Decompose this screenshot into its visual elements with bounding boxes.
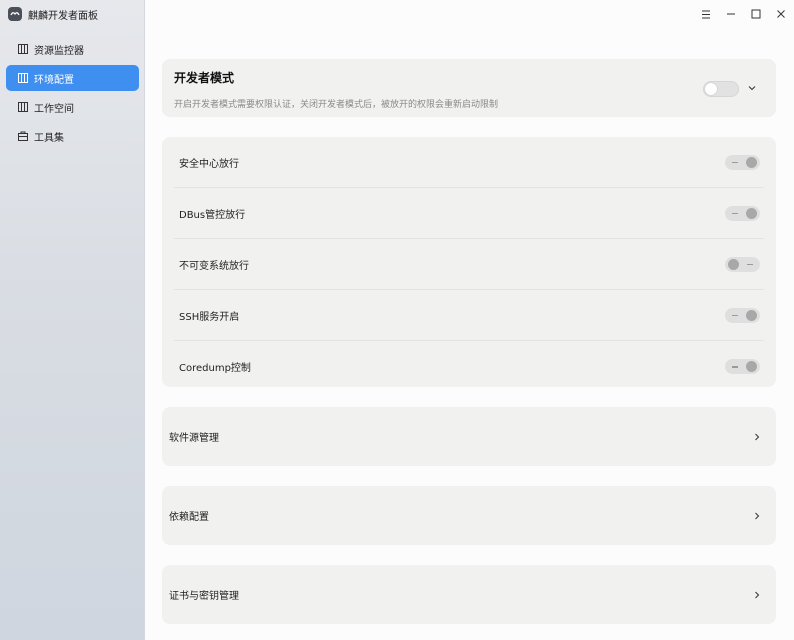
sidebar-nav: 资源监控器 环境配置 工作空间 工具集 bbox=[6, 36, 139, 152]
ssh-toggle[interactable] bbox=[725, 307, 760, 323]
sidebar-item-workspace[interactable]: 工作空间 bbox=[6, 94, 139, 120]
permissions-card: 安全中心放行 DBus管控放行 不可变系统放行 SSH服务开启 Coredump… bbox=[162, 137, 776, 387]
developer-mode-description: 开启开发者模式需要权限认证，关闭开发者模式后，被放开的权限会重新启动限制 bbox=[174, 100, 499, 110]
permission-label: 不可变系统放行 bbox=[179, 260, 249, 272]
software-source-card[interactable]: 软件源管理 bbox=[162, 407, 776, 466]
section-label: 软件源管理 bbox=[169, 433, 219, 444]
security-center-toggle[interactable] bbox=[725, 154, 760, 170]
permission-label: SSH服务开启 bbox=[179, 311, 240, 323]
chevron-right-icon bbox=[752, 432, 762, 442]
permission-label: Coredump控制 bbox=[179, 363, 251, 374]
sidebar-item-label: 环境配置 bbox=[34, 74, 74, 86]
main-content: 开发者模式 开启开发者模式需要权限认证，关闭开发者模式后，被放开的权限会重新启动… bbox=[162, 59, 776, 624]
toolbox-icon bbox=[18, 131, 28, 141]
section-label: 依赖配置 bbox=[169, 512, 209, 523]
sidebar-item-label: 工具集 bbox=[34, 132, 64, 144]
dependency-config-card[interactable]: 依赖配置 bbox=[162, 486, 776, 545]
sidebar-item-label: 资源监控器 bbox=[34, 45, 84, 57]
coredump-toggle[interactable] bbox=[725, 359, 760, 374]
certificate-key-card[interactable]: 证书与密钥管理 bbox=[162, 565, 776, 624]
permission-label: 安全中心放行 bbox=[179, 158, 239, 170]
app-title: 麒麟开发者面板 bbox=[28, 10, 98, 22]
permission-row-coredump: Coredump控制 bbox=[174, 341, 764, 392]
sidebar-item-resource-monitor[interactable]: 资源监控器 bbox=[6, 36, 139, 62]
permission-row-ssh: SSH服务开启 bbox=[174, 290, 764, 341]
toggle-knob bbox=[705, 83, 717, 95]
chevron-right-icon bbox=[752, 590, 762, 600]
monitor-icon bbox=[18, 44, 28, 54]
permission-row-security-center: 安全中心放行 bbox=[174, 137, 764, 188]
minimize-icon[interactable] bbox=[725, 9, 736, 20]
sidebar-item-toolbox[interactable]: 工具集 bbox=[6, 123, 139, 149]
developer-mode-toggle[interactable] bbox=[703, 81, 739, 97]
section-label: 证书与密钥管理 bbox=[169, 591, 239, 602]
chevron-right-icon bbox=[752, 511, 762, 521]
menu-icon[interactable] bbox=[700, 9, 711, 20]
kylin-logo-icon bbox=[8, 7, 22, 21]
chevron-down-icon[interactable] bbox=[747, 83, 757, 93]
permission-row-immutable-system: 不可变系统放行 bbox=[174, 239, 764, 290]
developer-mode-title: 开发者模式 bbox=[174, 71, 235, 85]
app-header: 麒麟开发者面板 bbox=[8, 6, 98, 22]
sidebar-item-label: 工作空间 bbox=[34, 103, 74, 115]
sidebar-item-env-config[interactable]: 环境配置 bbox=[6, 65, 139, 91]
dbus-toggle[interactable] bbox=[725, 205, 760, 221]
permission-row-dbus: DBus管控放行 bbox=[174, 188, 764, 239]
developer-mode-card: 开发者模式 开启开发者模式需要权限认证，关闭开发者模式后，被放开的权限会重新启动… bbox=[162, 59, 776, 117]
permission-label: DBus管控放行 bbox=[179, 209, 246, 221]
window-controls bbox=[700, 6, 786, 22]
maximize-icon[interactable] bbox=[750, 9, 761, 20]
close-icon[interactable] bbox=[775, 9, 786, 20]
config-icon bbox=[18, 73, 28, 83]
immutable-system-toggle[interactable] bbox=[725, 256, 760, 272]
workspace-icon bbox=[18, 102, 28, 112]
sidebar: 麒麟开发者面板 资源监控器 环境配置 工作空间 工具集 bbox=[0, 0, 145, 640]
